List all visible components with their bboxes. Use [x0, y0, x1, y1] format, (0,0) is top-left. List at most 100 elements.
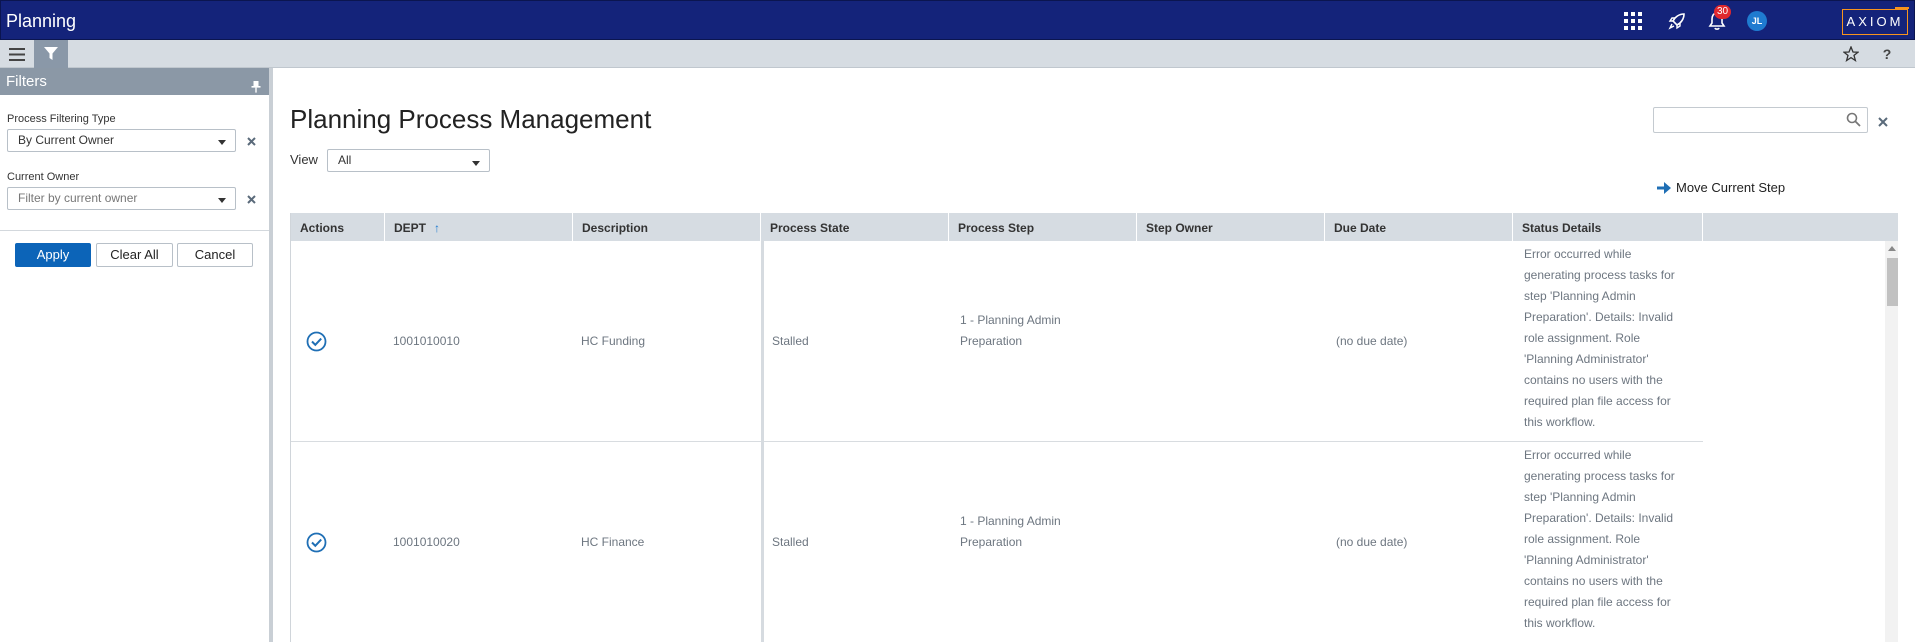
status-line: Error occurred while — [1524, 448, 1632, 462]
status-line: 'Planning Administrator' — [1524, 352, 1649, 366]
app-title: Planning — [6, 11, 77, 31]
table-row[interactable]: 1001010020 HC Finance Stalled 1 - Planni… — [291, 442, 1703, 642]
apps-grid-icon[interactable] — [1621, 9, 1645, 33]
current-owner-select[interactable]: Filter by current owner — [7, 187, 236, 210]
process-state-cell: Stalled — [772, 334, 809, 348]
column-header-description[interactable]: Description — [573, 213, 761, 241]
column-header-due-date[interactable]: Due Date — [1325, 213, 1513, 241]
column-header-label: Due Date — [1334, 221, 1387, 235]
process-step-line: 1 - Planning Admin — [960, 514, 1061, 528]
cancel-button[interactable]: Cancel — [177, 243, 253, 267]
status-line: role assignment. Role — [1524, 331, 1641, 345]
process-grid: Actions DEPT ↑ Description Process State … — [290, 213, 1898, 642]
process-step-line: Preparation — [960, 535, 1023, 549]
search-icon[interactable] — [1846, 112, 1861, 132]
current-owner-placeholder: Filter by current owner — [18, 191, 138, 205]
column-header-label: Status Details — [1522, 221, 1602, 235]
toolbar: ? — [0, 40, 1915, 68]
column-header-label: Step Owner — [1146, 221, 1213, 235]
axiom-logo: AXIOM — [1842, 9, 1908, 35]
status-details-cell: Error occurred while generating process … — [1524, 244, 1694, 433]
filters-panel: Filters Process Filtering Type By Curren… — [0, 68, 273, 642]
view-select[interactable]: All — [327, 149, 490, 172]
status-line: required plan file access for — [1524, 394, 1671, 408]
column-header-label: DEPT — [394, 221, 427, 235]
clear-search-icon[interactable] — [1878, 114, 1888, 132]
filters-title: Filters — [6, 73, 47, 90]
divider — [0, 230, 269, 231]
chevron-down-icon — [218, 198, 226, 203]
process-step-line: Preparation — [960, 334, 1023, 348]
apply-button[interactable]: Apply — [15, 243, 91, 267]
status-line: step 'Planning Admin — [1524, 490, 1636, 504]
column-header-step-owner[interactable]: Step Owner — [1137, 213, 1325, 241]
favorite-star-button[interactable] — [1834, 40, 1868, 68]
status-line: this workflow. — [1524, 616, 1596, 630]
process-filtering-type-label: Process Filtering Type — [7, 113, 116, 125]
status-line: generating process tasks for — [1524, 469, 1675, 483]
status-line: generating process tasks for — [1524, 268, 1675, 282]
clear-current-owner-icon[interactable] — [245, 193, 257, 205]
status-line: step 'Planning Admin — [1524, 289, 1636, 303]
check-circle-icon[interactable] — [306, 532, 327, 558]
check-circle-icon[interactable] — [306, 331, 327, 357]
process-step-cell: 1 - Planning Admin Preparation — [960, 511, 1061, 553]
dept-cell: 1001010010 — [393, 334, 460, 348]
process-step-cell: 1 - Planning Admin Preparation — [960, 310, 1061, 352]
top-navigation-bar: Planning 30 JL AXIOM — [0, 0, 1915, 40]
due-date-cell: (no due date) — [1336, 535, 1408, 549]
pin-icon[interactable] — [251, 75, 261, 102]
column-header-process-step[interactable]: Process Step — [949, 213, 1137, 241]
chevron-down-icon — [218, 140, 226, 145]
clear-filtering-type-icon[interactable] — [245, 135, 257, 147]
dept-cell: 1001010020 — [393, 535, 460, 549]
filters-header: Filters — [0, 68, 269, 95]
hamburger-menu-icon — [9, 47, 25, 61]
column-header-label: Process State — [770, 221, 850, 235]
column-header-status-details[interactable]: Status Details — [1513, 213, 1703, 241]
status-line: required plan file access for — [1524, 595, 1671, 609]
status-line: 'Planning Administrator' — [1524, 553, 1649, 567]
column-header-actions[interactable]: Actions — [291, 213, 385, 241]
page-title: Planning Process Management — [290, 104, 652, 134]
scroll-up-arrow-icon[interactable] — [1888, 246, 1896, 251]
current-owner-label: Current Owner — [7, 171, 80, 183]
process-filtering-type-value: By Current Owner — [18, 133, 115, 147]
process-filtering-type-select[interactable]: By Current Owner — [7, 129, 236, 152]
status-line: contains no users with the — [1524, 574, 1663, 588]
status-line: Preparation'. Details: Invalid — [1524, 310, 1674, 324]
column-header-process-state[interactable]: Process State — [761, 213, 949, 241]
filter-toggle-button[interactable] — [34, 40, 68, 68]
view-select-value: All — [338, 153, 352, 167]
status-details-cell: Error occurred while generating process … — [1524, 445, 1694, 634]
status-line: Error occurred while — [1524, 247, 1632, 261]
column-header-dept[interactable]: DEPT ↑ — [385, 213, 573, 241]
view-label: View — [290, 152, 318, 167]
notification-count-badge: 30 — [1714, 5, 1731, 19]
star-outline-icon — [1843, 46, 1859, 62]
chevron-down-icon — [472, 161, 480, 166]
description-cell: HC Funding — [581, 334, 646, 348]
user-avatar[interactable]: JL — [1747, 11, 1767, 31]
hamburger-menu-button[interactable] — [0, 40, 34, 68]
help-button[interactable]: ? — [1870, 40, 1904, 68]
status-line: this workflow. — [1524, 415, 1596, 429]
scrollbar-thumb[interactable] — [1887, 258, 1898, 306]
search-input[interactable] — [1653, 107, 1868, 133]
filter-funnel-icon — [44, 47, 58, 60]
status-line: role assignment. Role — [1524, 532, 1641, 546]
clear-all-button[interactable]: Clear All — [96, 243, 173, 267]
table-row[interactable]: 1001010010 HC Funding Stalled 1 - Planni… — [291, 241, 1703, 442]
due-date-cell: (no due date) — [1336, 334, 1408, 348]
status-line: Preparation'. Details: Invalid — [1524, 511, 1674, 525]
move-current-step-button[interactable]: Move Current Step — [1657, 180, 1785, 195]
process-step-line: 1 - Planning Admin — [960, 313, 1061, 327]
rocket-icon[interactable] — [1665, 9, 1689, 33]
move-current-step-label: Move Current Step — [1676, 180, 1786, 195]
arrow-right-icon — [1657, 181, 1671, 194]
column-header-label: Description — [582, 221, 649, 235]
sort-ascending-icon: ↑ — [434, 221, 441, 235]
frozen-column-divider[interactable] — [761, 241, 764, 642]
description-cell: HC Finance — [581, 535, 645, 549]
table-header: Actions DEPT ↑ Description Process State … — [291, 213, 1898, 241]
